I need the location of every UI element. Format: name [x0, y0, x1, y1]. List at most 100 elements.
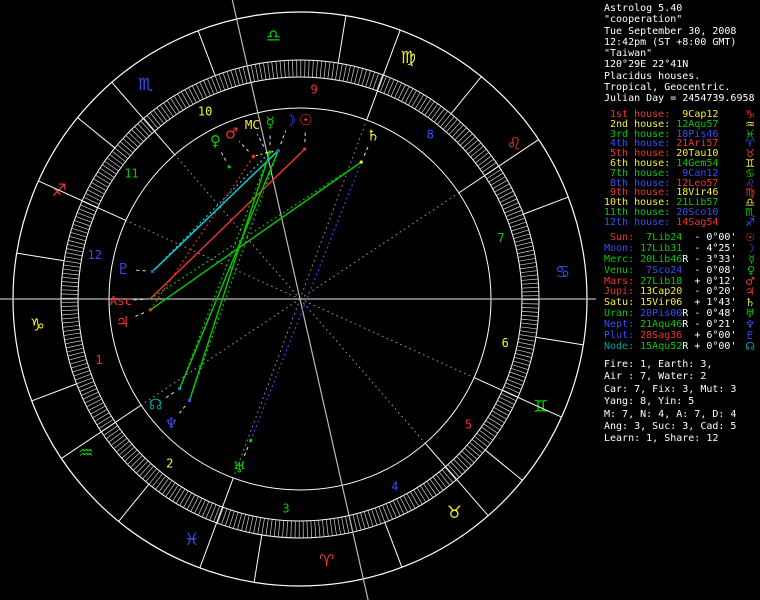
degree-tick	[466, 444, 481, 457]
degree-tick	[404, 88, 414, 104]
degree-tick	[510, 368, 528, 374]
degree-tick	[106, 157, 122, 169]
degree-tick	[282, 520, 285, 538]
aspect-line-pluto-moon	[152, 150, 279, 272]
degree-tick	[275, 61, 278, 79]
degree-tick	[225, 509, 231, 527]
degree-tick	[113, 437, 128, 450]
planet-position-list: Sun: 7Lib24 - 0°00' ☉ Moon: 17Lib31 - 4°25…	[604, 232, 760, 353]
degree-tick	[333, 518, 337, 536]
degree-tick	[429, 478, 441, 494]
degree-tick	[65, 252, 83, 257]
stats-line: M: 7, N: 4, A: 7, D: 4	[604, 408, 737, 420]
degree-tick	[250, 64, 255, 82]
degree-tick	[520, 322, 538, 326]
planet-value: 15Aqu52	[634, 340, 683, 352]
stats-line: Car: 7, Fix: 3, Mut: 3	[604, 383, 737, 395]
degree-tick	[195, 83, 204, 100]
degree-tick	[267, 62, 271, 80]
degree-tick	[68, 355, 86, 361]
degree-tick	[516, 245, 534, 251]
degree-tick	[401, 86, 410, 102]
degree-tick	[124, 449, 138, 462]
degree-tick	[453, 458, 466, 472]
asc-label: Asc	[110, 293, 133, 308]
degree-tick	[71, 227, 89, 234]
degree-tick	[98, 418, 114, 429]
degree-tick	[175, 488, 186, 504]
degree-tick	[62, 321, 80, 324]
degree-tick	[438, 471, 451, 486]
sun-glyph-icon: ☉	[299, 111, 312, 129]
planet-delta: - 0°20'	[688, 286, 737, 298]
pluto-glyph-icon: ♇	[117, 260, 130, 278]
degree-tick	[173, 95, 184, 111]
planet-label: Venu:	[604, 264, 635, 276]
degree-tick	[335, 63, 339, 80]
degree-tick	[318, 520, 321, 538]
house-number-8: 8	[427, 127, 434, 141]
degree-tick	[521, 311, 539, 313]
degree-tick	[273, 519, 277, 537]
stats-line: Ang: 3, Suc: 3, Cad: 5	[604, 421, 737, 433]
degree-tick	[517, 341, 535, 346]
degree-tick	[423, 483, 434, 498]
planet-delta: + 0°12'	[688, 275, 737, 287]
degree-tick	[445, 118, 458, 133]
degree-tick	[93, 178, 109, 188]
planet-value: 7Lib24	[634, 232, 683, 243]
pluto-pointer-line	[134, 269, 146, 272]
degree-tick	[99, 167, 115, 178]
header-line: Placidus houses.	[604, 70, 701, 82]
degree-tick	[70, 231, 87, 238]
degree-tick	[163, 102, 174, 117]
house-cusp-spoke	[174, 154, 301, 300]
degree-tick	[116, 440, 130, 453]
planet-value: 27Lib18	[634, 275, 683, 287]
degree-tick	[271, 61, 275, 79]
mars-glyph-icon: ♂	[225, 125, 238, 143]
degree-tick	[61, 305, 79, 307]
degree-tick	[306, 520, 308, 538]
degree-tick	[520, 274, 538, 277]
degree-tick	[161, 480, 173, 495]
degree-tick	[265, 518, 269, 536]
degree-tick	[448, 121, 461, 135]
degree-tick	[186, 494, 196, 510]
degree-tick	[517, 249, 535, 254]
mercury-position-dot	[268, 150, 272, 154]
degree-tick	[315, 60, 318, 78]
house-number-5: 5	[465, 417, 472, 431]
degree-tick	[426, 481, 437, 496]
degree-tick	[433, 108, 445, 123]
degree-tick	[479, 158, 495, 170]
degree-tick	[521, 314, 539, 317]
house-number-11: 11	[124, 167, 138, 181]
degree-tick	[242, 66, 248, 84]
saturn-glyph-icon: ♄	[366, 127, 379, 145]
degree-tick	[521, 318, 539, 322]
degree-tick	[105, 428, 121, 440]
degree-tick	[440, 113, 452, 128]
degree-tick	[418, 96, 428, 112]
degree-tick	[481, 426, 496, 438]
degree-tick	[183, 492, 193, 508]
degree-tick	[475, 152, 490, 164]
sign-glyph-cancer: ♋	[555, 262, 570, 282]
house-value: 14Sag54	[670, 216, 719, 228]
degree-tick	[137, 123, 150, 137]
degree-tick	[287, 60, 290, 78]
degree-tick	[170, 97, 181, 113]
house-number-1: 1	[95, 353, 102, 367]
degree-tick	[72, 224, 90, 230]
planet-row: Node: 15Aqu52R + 0°00' ☊	[604, 340, 760, 353]
degree-tick	[483, 423, 498, 434]
degree-tick	[228, 510, 235, 528]
mars-position-dot	[251, 154, 255, 158]
degree-tick	[95, 174, 111, 185]
degree-tick	[497, 190, 514, 200]
house-number-12: 12	[87, 248, 101, 262]
house-sign-icon: ♐	[745, 215, 755, 229]
venus-glyph-icon: ♀	[210, 132, 221, 150]
degree-tick	[172, 486, 182, 502]
